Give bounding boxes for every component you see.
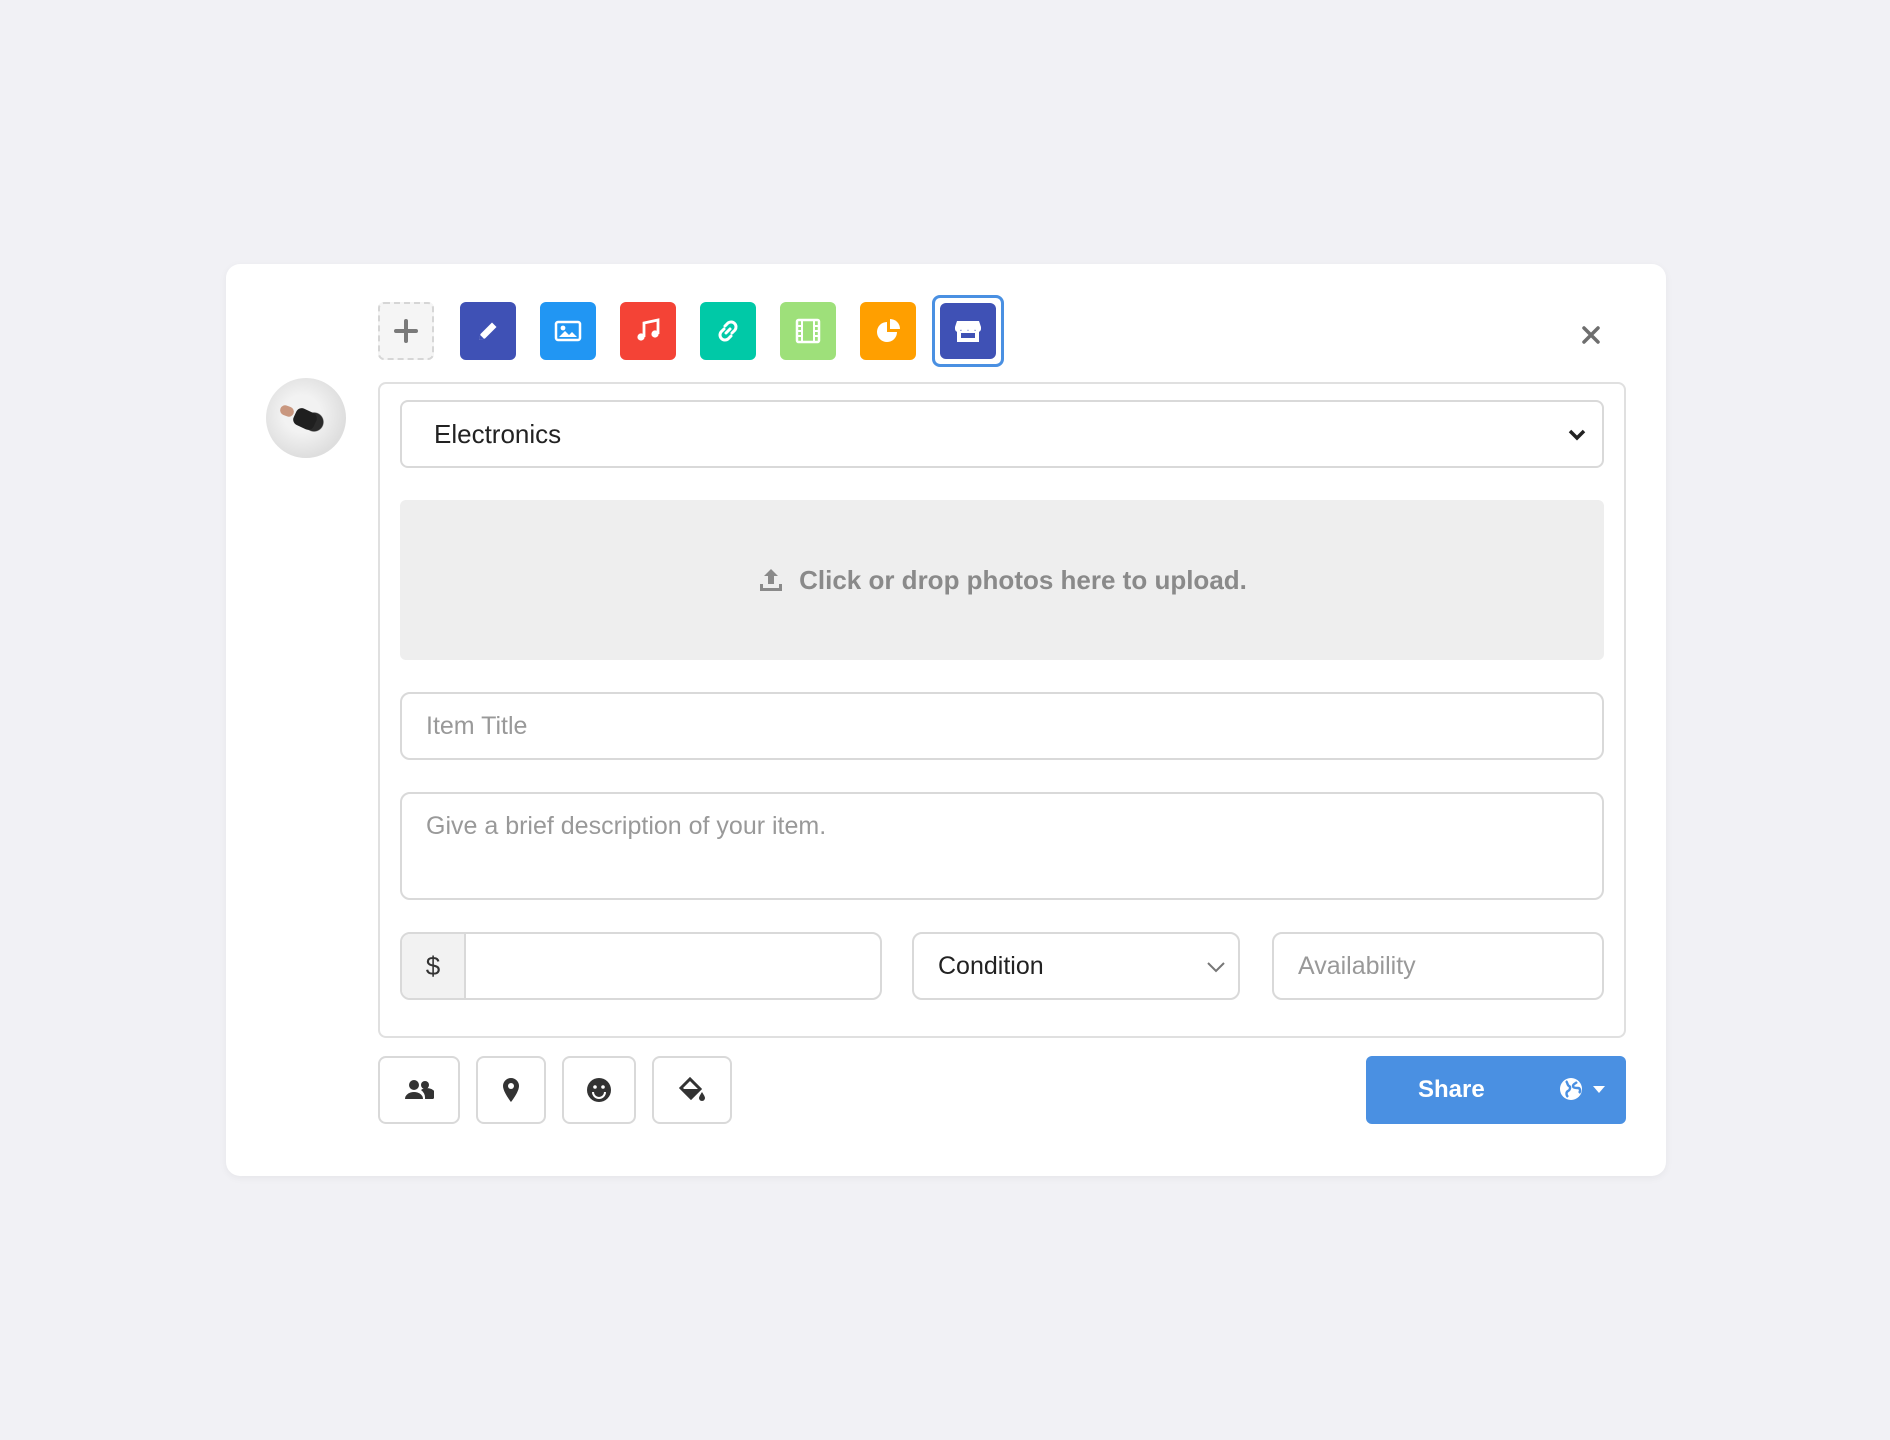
background-color-button[interactable] <box>652 1056 732 1124</box>
avatar[interactable] <box>266 378 346 458</box>
share-button[interactable]: Share <box>1366 1056 1626 1124</box>
sell-item-form: Electronics Click or drop photos here to… <box>378 382 1626 1038</box>
link-post-button[interactable] <box>700 302 756 360</box>
caret-down-icon <box>1593 1086 1605 1093</box>
chevron-down-icon <box>1568 429 1586 441</box>
category-select[interactable]: Electronics <box>400 400 1604 468</box>
video-post-button[interactable] <box>780 302 836 360</box>
users-icon <box>405 1080 434 1099</box>
share-label: Share <box>1418 1076 1485 1103</box>
location-pin-icon <box>503 1078 519 1102</box>
paint-bucket-icon <box>678 1076 705 1101</box>
photo-dropzone[interactable]: Click or drop photos here to upload. <box>400 500 1604 660</box>
privacy-dropdown[interactable] <box>1558 1076 1606 1102</box>
tag-people-button[interactable] <box>378 1056 460 1124</box>
availability-placeholder: Availability <box>1298 951 1416 980</box>
price-input[interactable] <box>466 934 880 998</box>
availability-input[interactable]: Availability <box>1272 932 1604 1000</box>
item-description-textarea[interactable]: Give a brief description of your item. <box>400 792 1604 900</box>
item-description-placeholder: Give a brief description of your item. <box>426 812 827 840</box>
image-icon <box>554 320 582 342</box>
pencil-icon <box>479 322 497 340</box>
plus-icon <box>394 319 418 343</box>
item-title-placeholder: Item Title <box>426 711 528 740</box>
sell-post-button[interactable] <box>932 295 1004 367</box>
add-post-type-button[interactable] <box>378 302 434 360</box>
price-input-group: $ <box>400 932 882 1000</box>
post-composer-card: Electronics Click or drop photos here to… <box>226 264 1666 1176</box>
location-button[interactable] <box>476 1056 546 1124</box>
poll-post-button[interactable] <box>860 302 916 360</box>
dropzone-label: Click or drop photos here to upload. <box>799 564 1247 595</box>
film-icon <box>795 318 821 344</box>
emoji-button[interactable] <box>562 1056 636 1124</box>
store-icon <box>955 321 981 342</box>
condition-select[interactable]: Condition <box>912 932 1240 1000</box>
chevron-down-icon <box>1207 962 1225 973</box>
photo-post-button[interactable] <box>540 302 596 360</box>
pie-chart-icon <box>877 319 900 342</box>
currency-addon: $ <box>402 934 466 998</box>
globe-icon <box>1560 1078 1582 1100</box>
text-post-button[interactable] <box>460 302 516 360</box>
category-value: Electronics <box>434 418 562 449</box>
smile-icon <box>587 1078 611 1102</box>
condition-label: Condition <box>938 951 1044 980</box>
link-icon <box>718 320 738 342</box>
item-title-input[interactable]: Item Title <box>400 692 1604 760</box>
music-note-icon <box>637 318 660 341</box>
close-icon <box>1582 326 1600 344</box>
upload-icon <box>760 569 783 591</box>
close-button[interactable] <box>1576 320 1606 350</box>
music-post-button[interactable] <box>620 302 676 360</box>
